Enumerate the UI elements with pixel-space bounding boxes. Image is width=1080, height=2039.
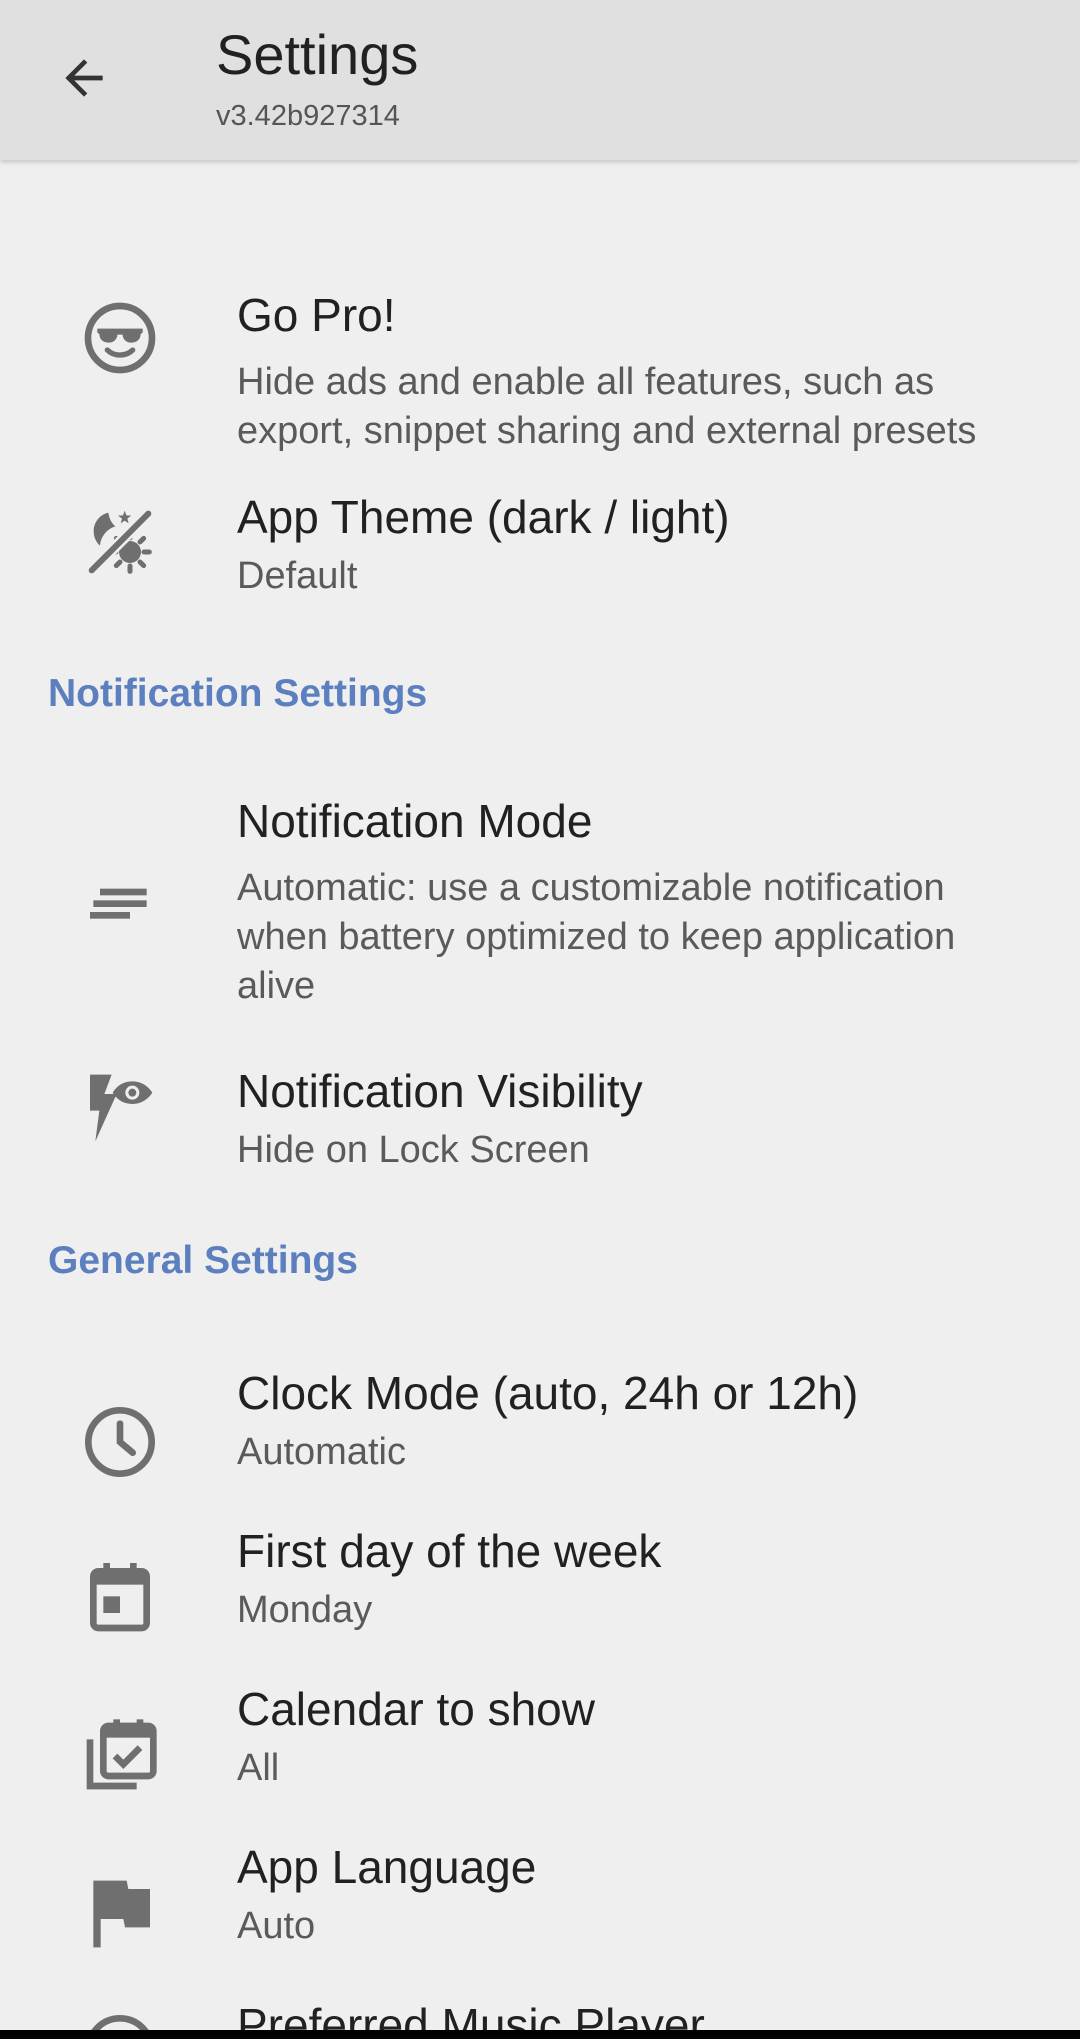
pref-summary: Hide ads and enable all features, such a… — [237, 361, 977, 452]
section-header-general: General Settings — [48, 1239, 358, 1282]
calendar-icon — [78, 1556, 162, 1640]
pref-summary: All — [237, 1747, 280, 1789]
pref-summary: Automatic — [237, 1431, 406, 1473]
pref-title: Notification Mode — [237, 795, 593, 847]
pref-title: Clock Mode (auto, 24h or 12h) — [237, 1367, 859, 1419]
pref-go-pro[interactable]: Go Pro! Hide ads and enable all features… — [0, 220, 1080, 452]
pref-title: App Theme (dark / light) — [237, 491, 730, 543]
pref-notification-visibility[interactable]: Notification Visibility Hide on Lock Scr… — [0, 1040, 1080, 1210]
pref-title: First day of the week — [237, 1525, 662, 1577]
navigation-bar — [0, 2030, 1080, 2039]
flash-eye-icon — [78, 1066, 162, 1150]
pref-summary: Automatic: use a customizable notificati… — [237, 867, 956, 1007]
section-header-notification: Notification Settings — [48, 672, 428, 715]
pref-app-theme[interactable]: App Theme (dark / light) Default — [0, 460, 1080, 630]
pref-first-day[interactable]: First day of the week Monday — [0, 1510, 1080, 1668]
pref-summary: Auto — [237, 1905, 316, 1947]
pref-summary: Monday — [237, 1589, 373, 1631]
clock-icon — [78, 1400, 162, 1484]
pref-title: Go Pro! — [237, 289, 396, 341]
pref-app-language[interactable]: App Language Auto — [0, 1826, 1080, 1984]
app-bar: Settings v3.42b927314 — [0, 0, 1080, 160]
pref-summary: Hide on Lock Screen — [237, 1129, 590, 1171]
pref-title: Calendar to show — [237, 1683, 595, 1735]
pref-calendar-to-show[interactable]: Calendar to show All — [0, 1668, 1080, 1826]
pref-title: App Language — [237, 1841, 537, 1893]
sunglasses-face-icon — [78, 296, 162, 380]
app-version: v3.42b927314 — [216, 100, 400, 132]
flag-icon — [78, 1872, 162, 1956]
arrow-back-icon — [65, 59, 103, 97]
calendar-multiple-check-icon — [78, 1714, 162, 1798]
theme-icon — [78, 500, 162, 584]
pref-notification-mode[interactable]: Notification Mode Automatic: use a custo… — [0, 786, 1080, 1026]
back-button[interactable] — [42, 36, 126, 120]
pref-summary: Default — [237, 555, 358, 597]
page-title: Settings — [216, 23, 419, 86]
pref-clock-mode[interactable]: Clock Mode (auto, 24h or 12h) Automatic — [0, 1350, 1080, 1510]
short-text-icon — [78, 860, 162, 944]
pref-title: Notification Visibility — [237, 1065, 643, 1117]
